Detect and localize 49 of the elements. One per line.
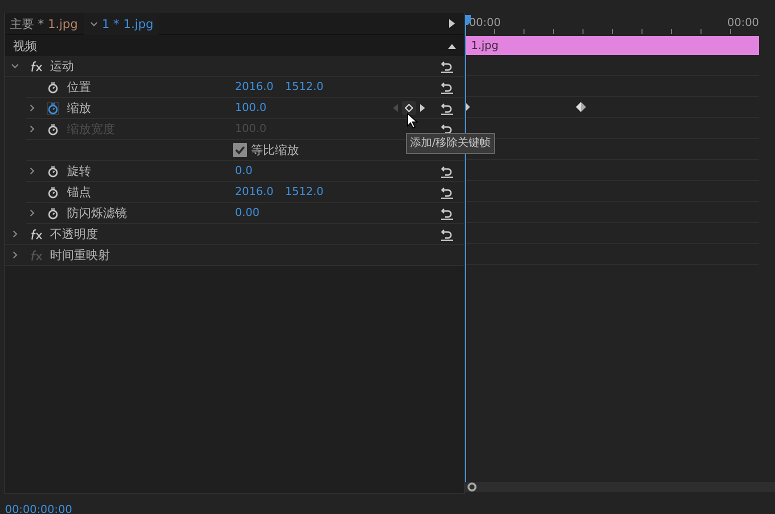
tooltip: 添加/移除关键帧 xyxy=(406,133,495,154)
value-field[interactable]: 2016.0 xyxy=(235,184,285,200)
zoom-handle[interactable] xyxy=(467,482,477,492)
add-keyframe-button[interactable] xyxy=(402,101,416,115)
reset-icon[interactable] xyxy=(440,227,454,241)
stopwatch-icon[interactable] xyxy=(47,206,59,220)
value-field[interactable]: 0.00 xyxy=(235,204,285,222)
property-name: 旋转 xyxy=(67,163,92,180)
stopwatch-icon[interactable] xyxy=(47,164,59,178)
clip-bar[interactable]: 1.jpg xyxy=(466,36,759,55)
stopwatch-icon[interactable] xyxy=(47,80,59,94)
time-label: 00:00 xyxy=(727,15,759,31)
next-keyframe-icon[interactable] xyxy=(420,104,425,112)
chevron-icon[interactable] xyxy=(28,167,36,175)
effect-name[interactable]: 不透明度 xyxy=(50,225,98,243)
stopwatch-icon[interactable] xyxy=(47,186,59,198)
value-field[interactable]: 100.0 xyxy=(235,100,285,116)
reset-icon[interactable] xyxy=(440,164,454,178)
time-label: 00:00 xyxy=(469,15,501,31)
chevron-icon[interactable] xyxy=(90,20,98,28)
property-name: 防闪烁滤镜 xyxy=(67,205,128,222)
value-field[interactable]: 1512.0 xyxy=(285,184,335,200)
reset-icon[interactable] xyxy=(440,206,454,220)
property-name: 锚点 xyxy=(67,184,92,201)
scroll-bar[interactable] xyxy=(465,482,775,492)
reset-icon[interactable] xyxy=(440,101,454,115)
value-field[interactable]: 1512.0 xyxy=(285,78,335,96)
value-field[interactable]: 0.0 xyxy=(235,162,285,180)
reset-icon[interactable] xyxy=(440,185,454,199)
property-name: 位置 xyxy=(67,79,92,96)
checkbox[interactable] xyxy=(233,143,247,157)
timecode: 00:00:00:00 xyxy=(5,502,74,514)
chevron-icon[interactable] xyxy=(28,104,36,112)
value-field[interactable]: 2016.0 xyxy=(235,78,285,96)
property-name: 缩放 xyxy=(67,100,92,117)
effect-name[interactable]: 运动 xyxy=(50,57,74,75)
reset-icon[interactable] xyxy=(440,59,454,73)
collapse-icon[interactable] xyxy=(448,42,456,48)
chevron-icon[interactable] xyxy=(9,62,21,70)
section-label: 视频 xyxy=(13,38,37,54)
cursor-icon xyxy=(407,113,418,129)
keyframe-icon[interactable] xyxy=(576,102,586,112)
checkbox-label: 等比缩放 xyxy=(251,142,299,159)
panel-tab[interactable]: 主要 * 1.jpg xyxy=(5,12,84,34)
stopwatch-icon[interactable] xyxy=(47,102,59,114)
play-icon[interactable] xyxy=(449,19,455,28)
reset-icon[interactable] xyxy=(440,80,454,94)
effect-name[interactable]: 时间重映射 xyxy=(50,246,110,264)
chevron-icon[interactable] xyxy=(28,209,36,217)
